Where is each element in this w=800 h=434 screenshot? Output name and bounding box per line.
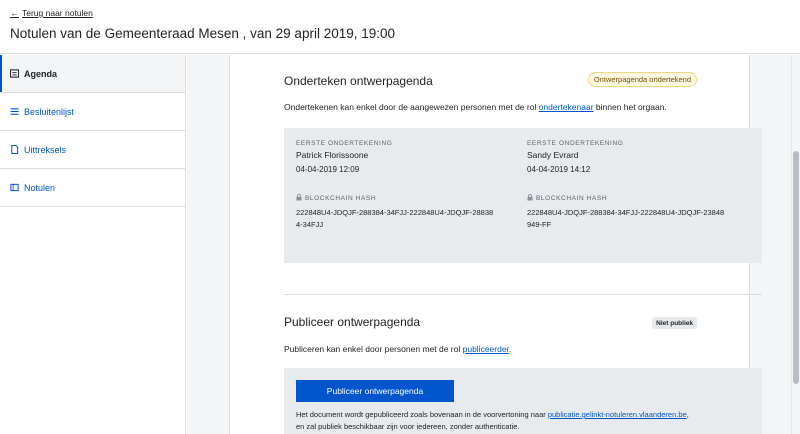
sign-section-description: Ondertekenen kan enkel door de aangeweze… <box>284 102 667 112</box>
publish-info: Het document wordt gepubliceerd zoals bo… <box>296 409 756 433</box>
signature-label: EERSTE ONDERTEKENING <box>296 140 393 147</box>
publish-section-title: Publiceer ontwerpagenda <box>284 315 421 329</box>
document-icon <box>10 145 19 154</box>
publish-info-line2: en zal publiek beschikbaar zijn voor ied… <box>296 422 520 431</box>
arrow-left-icon: ← <box>10 8 19 18</box>
blockchain-hash: 222848U4-JDQJF-288384-34FJJ-222848U4-JDQ… <box>527 208 725 229</box>
document-column: Onderteken ontwerpagenda Ontwerpagenda o… <box>229 55 762 434</box>
signature-card-2: EERSTE ONDERTEKENING Sandy Evrard 04-04-… <box>527 140 747 231</box>
back-link-label: Terug naar notulen <box>22 8 93 18</box>
notes-icon <box>10 183 19 192</box>
blockchain-hash: 222848U4-JDQJF-288384-34FJJ-222848U4-JDQ… <box>296 208 494 229</box>
sidebar-item-label: Agenda <box>24 68 58 79</box>
sidebar-item-label: Notulen <box>24 182 56 193</box>
sidebar-item-label: Besluitenlijst <box>24 106 75 117</box>
scrollbar-thumb[interactable] <box>793 151 799 384</box>
list-icon <box>10 107 19 116</box>
signature-date: 04-04-2019 12:09 <box>296 165 360 174</box>
signer-name: Patrick Florissoone <box>296 150 369 160</box>
hash-label-row: BLOCKCHAIN HASH <box>527 194 747 203</box>
section-divider <box>284 294 762 295</box>
agenda-icon <box>10 69 19 78</box>
hash-label: BLOCKCHAIN HASH <box>536 195 608 202</box>
signature-date: 04-04-2019 14:12 <box>527 165 591 174</box>
publication-link[interactable]: publicatie.gelinkt-notuleren.vlaanderen.… <box>548 410 687 419</box>
sign-section-title: Onderteken ontwerpagenda <box>284 74 433 88</box>
publish-panel: Publiceer ontwerpagenda Het document wor… <box>284 368 762 434</box>
publish-section-description: Publiceren kan enkel door personen met d… <box>284 344 511 354</box>
publish-info-text: Het document wordt gepubliceerd zoals bo… <box>296 410 548 419</box>
status-badge-not-public: Niet publiek <box>652 317 697 329</box>
sidebar-item-label: Uittreksels <box>24 144 67 155</box>
sign-desc-text-end: binnen het orgaan. <box>593 102 667 112</box>
publish-desc-text-end: . <box>508 344 512 354</box>
signature-label: EERSTE ONDERTEKENING <box>527 140 624 147</box>
signer-name: Sandy Evrard <box>527 150 579 160</box>
page-title: Notulen van de Gemeenteraad Mesen , van … <box>10 26 396 41</box>
top-header: ← Terug naar notulen Notulen van de Geme… <box>0 0 800 54</box>
publish-button[interactable]: Publiceer ontwerpagenda <box>296 380 454 402</box>
signatures-panel: EERSTE ONDERTEKENING Patrick Florissoone… <box>284 128 762 263</box>
sidebar-item-agenda[interactable]: Agenda <box>0 55 185 93</box>
hash-label: BLOCKCHAIN HASH <box>305 195 377 202</box>
sign-desc-text: Ondertekenen kan enkel door de aangeweze… <box>284 102 539 112</box>
publiceerder-link[interactable]: publiceerder <box>463 344 509 354</box>
publish-desc-text: Publiceren kan enkel door personen met d… <box>284 344 463 354</box>
status-badge-signed: Ontwerpagenda ondertekend <box>587 72 697 87</box>
sidebar: Agenda Besluitenlijst Uittreksels Notule… <box>0 55 186 434</box>
publish-info-comma: , <box>686 410 689 419</box>
sidebar-item-besluitenlijst[interactable]: Besluitenlijst <box>0 93 185 131</box>
main-content: Onderteken ontwerpagenda Ontwerpagenda o… <box>187 55 791 434</box>
scrollbar[interactable] <box>791 55 800 434</box>
ondertekenaar-link[interactable]: ondertekenaar <box>539 102 594 112</box>
lock-icon <box>296 194 302 203</box>
lock-icon <box>527 194 533 203</box>
publish-pill-anchor: Niet publiek <box>284 55 697 329</box>
sidebar-item-uittreksels[interactable]: Uittreksels <box>0 131 185 169</box>
signature-card-1: EERSTE ONDERTEKENING Patrick Florissoone… <box>296 140 516 231</box>
sign-section-header: Onderteken ontwerpagenda Ontwerpagenda o… <box>284 55 697 115</box>
sidebar-item-notulen[interactable]: Notulen <box>0 169 185 207</box>
hash-label-row: BLOCKCHAIN HASH <box>296 194 516 203</box>
back-link[interactable]: ← Terug naar notulen <box>10 8 93 18</box>
